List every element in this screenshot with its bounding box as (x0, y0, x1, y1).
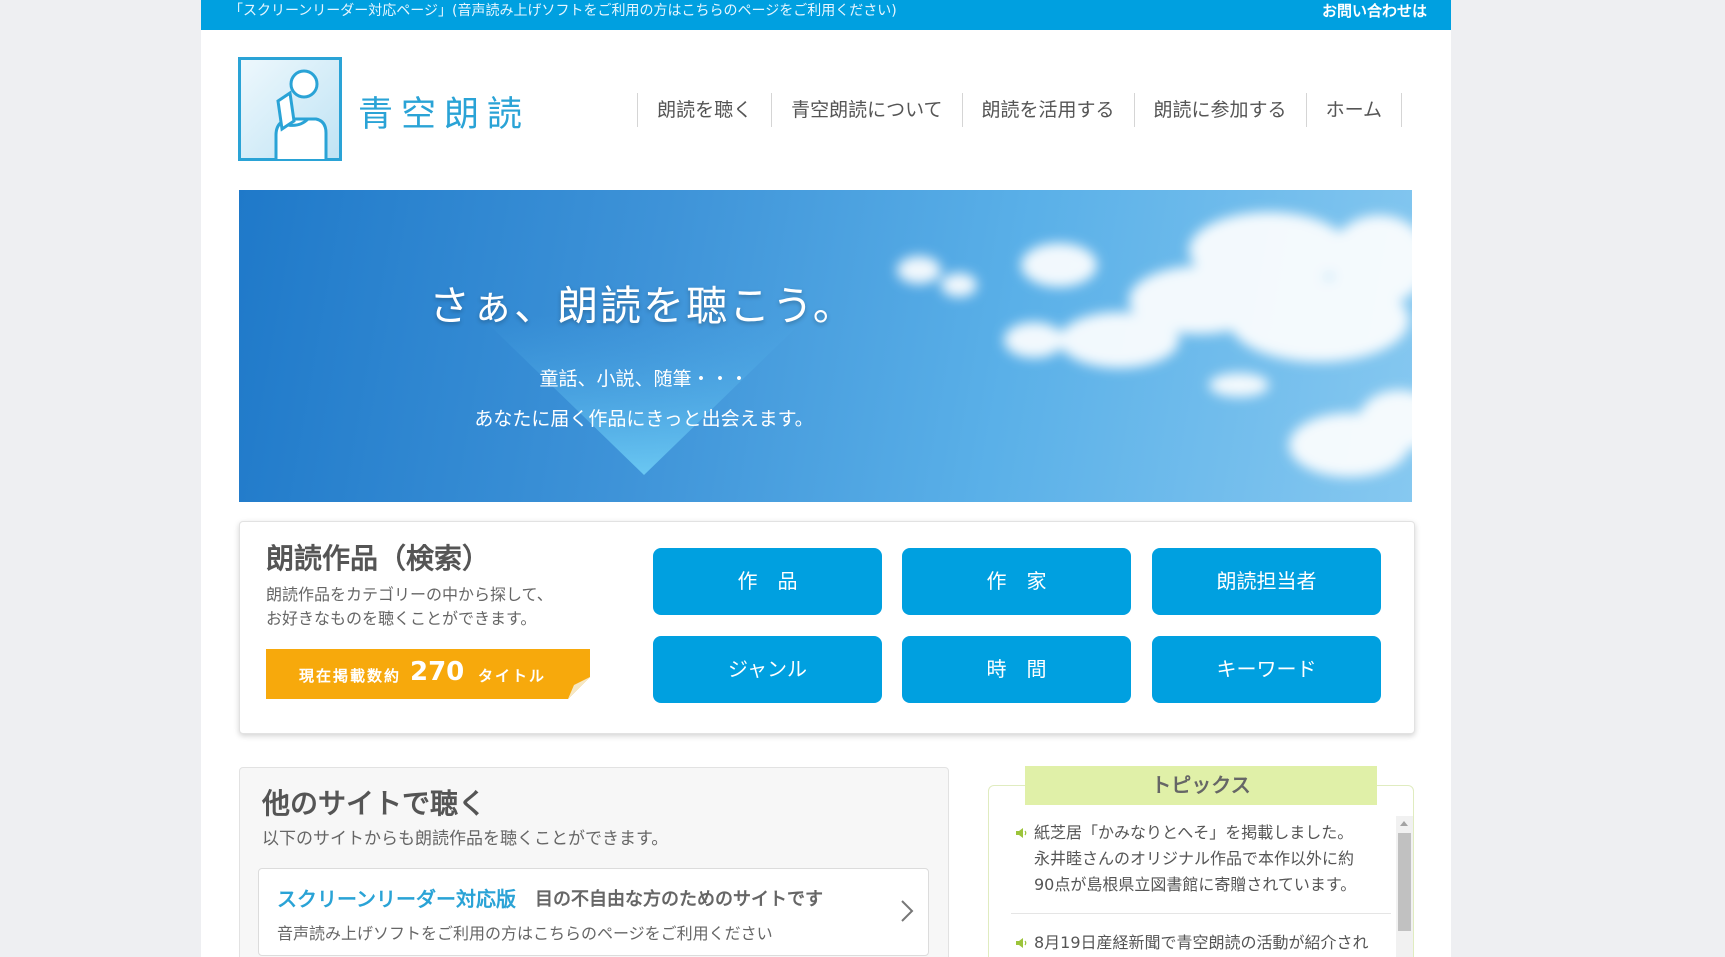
screen-reader-site-name: スクリーンリーダー対応版 (277, 887, 516, 911)
hero-subtitle-line-1: 童話、小説、随筆・・・ (539, 368, 749, 390)
title-count-badge: 現在掲載数約 270 タイトル (266, 649, 590, 699)
top-bar: 「スクリーンリーダー対応ページ」(音声読み上げソフトをご利用の方はこちらのページ… (201, 0, 1451, 30)
category-genre-button[interactable]: ジャンル (653, 636, 882, 703)
topic-text-line: 8月19日産経新聞で青空朗読の活動が紹介され (1034, 933, 1369, 952)
other-sites-panel: 他のサイトで聴く 以下のサイトからも朗読作品を聴くことができます。 スクリーンリ… (239, 767, 949, 957)
topic-text-line: 90点が島根県立図書館に寄贈されています。 (1034, 875, 1357, 894)
category-keyword-button[interactable]: キーワード (1152, 636, 1381, 703)
scroll-up-arrow-icon[interactable] (1400, 821, 1408, 826)
nav-item-about[interactable]: 青空朗読について (772, 93, 963, 127)
page: 「スクリーンリーダー対応ページ」(音声読み上げソフトをご利用の方はこちらのページ… (201, 0, 1451, 957)
main-nav: 朗読を聴く 青空朗読について 朗読を活用する 朗読に参加する ホーム (637, 93, 1402, 127)
speaker-icon (1016, 828, 1027, 838)
hero-subtitle-line-2: あなたに届く作品にきっと出会えます。 (474, 408, 814, 430)
nav-item-listen[interactable]: 朗読を聴く (638, 93, 773, 127)
logo-reader-icon[interactable] (238, 57, 342, 161)
category-time-button[interactable]: 時 間 (902, 636, 1131, 703)
nav-item-join[interactable]: 朗読に参加する (1135, 93, 1307, 127)
scrollbar-thumb[interactable] (1398, 833, 1411, 931)
count-unit: タイトル (478, 667, 547, 685)
category-authors-button[interactable]: 作 家 (902, 548, 1131, 615)
count-value: 270 (410, 657, 465, 687)
logo-text[interactable]: 青空朗読 (358, 86, 530, 137)
screen-reader-site-tag: 目の不自由な方のためのサイトです (535, 889, 823, 910)
page-curl-icon (568, 677, 590, 699)
sky-clouds-graphic (479, 212, 1412, 477)
category-readers-button[interactable]: 朗読担当者 (1152, 548, 1381, 615)
screen-reader-site-note: 音声読み上げソフトをご利用の方はこちらのページをご利用ください (277, 924, 773, 943)
topics-title: トピックス (1025, 766, 1377, 805)
topic-text-line: 紙芝居「かみなりとへそ」を掲載しました。 (1034, 823, 1354, 842)
topics-scrollbar[interactable] (1396, 816, 1413, 957)
topic-item[interactable]: 8月19日産経新聞で青空朗読の活動が紹介され (1011, 930, 1391, 956)
contact-link[interactable]: お問い合わせは (1322, 0, 1427, 22)
topic-divider (1011, 913, 1391, 914)
other-sites-desc: 以下のサイトからも朗読作品を聴くことができます。 (262, 829, 669, 849)
topics-panel: トピックス 紙芝居「かみなりとへそ」を掲載しました。 永井睦さんのオリジナル作品… (988, 766, 1414, 957)
hero-title: さぁ、朗読を聴こう。 (429, 282, 856, 330)
search-desc-line-1: 朗読作品をカテゴリーの中から探して、 (266, 585, 553, 604)
topic-item[interactable]: 紙芝居「かみなりとへそ」を掲載しました。 永井睦さんのオリジナル作品で本作以外に… (1011, 820, 1391, 898)
search-panel: 朗読作品（検索） 朗読作品をカテゴリーの中から探して、 お好きなものを聴くことが… (239, 521, 1415, 734)
nav-item-use[interactable]: 朗読を活用する (963, 93, 1135, 127)
topic-text-line: 永井睦さんのオリジナル作品で本作以外に約 (1034, 849, 1355, 868)
screen-reader-link[interactable]: 「スクリーンリーダー対応ページ」(音声読み上げソフトをご利用の方はこちらのページ… (229, 0, 897, 22)
screen-reader-site-card[interactable]: スクリーンリーダー対応版 目の不自由な方のためのサイトです 音声読み上げソフトを… (258, 868, 929, 956)
search-title: 朗読作品（検索） (266, 542, 491, 575)
search-desc-line-2: お好きなものを聴くことができます。 (266, 609, 537, 628)
chevron-right-icon (901, 900, 914, 922)
category-works-button[interactable]: 作 品 (653, 548, 882, 615)
topics-list: 紙芝居「かみなりとへそ」を掲載しました。 永井睦さんのオリジナル作品で本作以外に… (1011, 820, 1391, 956)
hero-banner: さぁ、朗読を聴こう。 童話、小説、随筆・・・ あなたに届く作品にきっと出会えます… (239, 190, 1412, 502)
other-sites-title: 他のサイトで聴く (262, 787, 487, 820)
count-label: 現在掲載数約 (299, 667, 402, 685)
speaker-icon (1016, 938, 1027, 948)
nav-item-home[interactable]: ホーム (1307, 93, 1402, 127)
